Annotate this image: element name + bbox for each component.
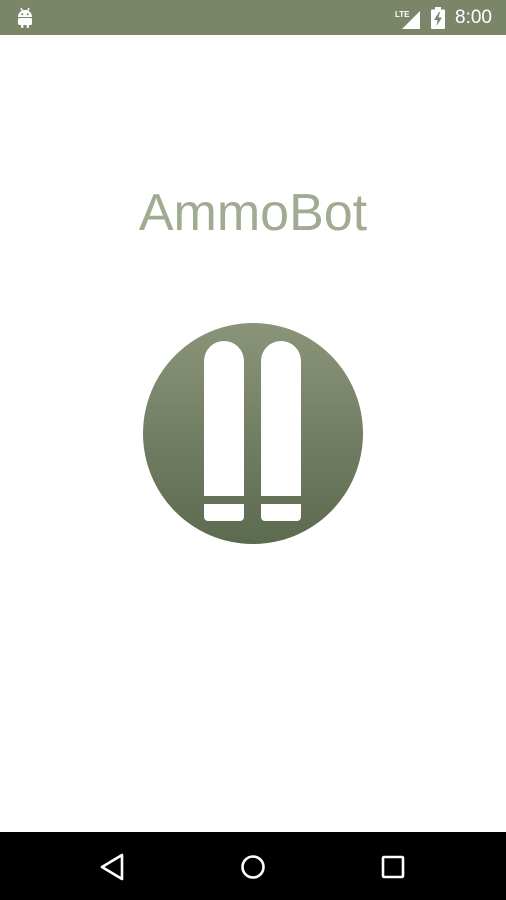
status-bar: LTE 8:00 (0, 0, 506, 35)
home-icon[interactable] (235, 849, 271, 885)
battery-charging-icon (431, 7, 445, 29)
network-label: LTE (395, 10, 410, 19)
android-icon (18, 7, 32, 28)
status-clock: 8:00 (455, 7, 492, 28)
recents-icon[interactable] (375, 849, 411, 885)
signal-lte-icon: LTE (395, 10, 420, 29)
back-icon[interactable] (96, 849, 132, 885)
app-title: AmmoBot (138, 184, 368, 242)
navigation-bar (0, 832, 506, 900)
app-logo-icon (143, 323, 363, 544)
